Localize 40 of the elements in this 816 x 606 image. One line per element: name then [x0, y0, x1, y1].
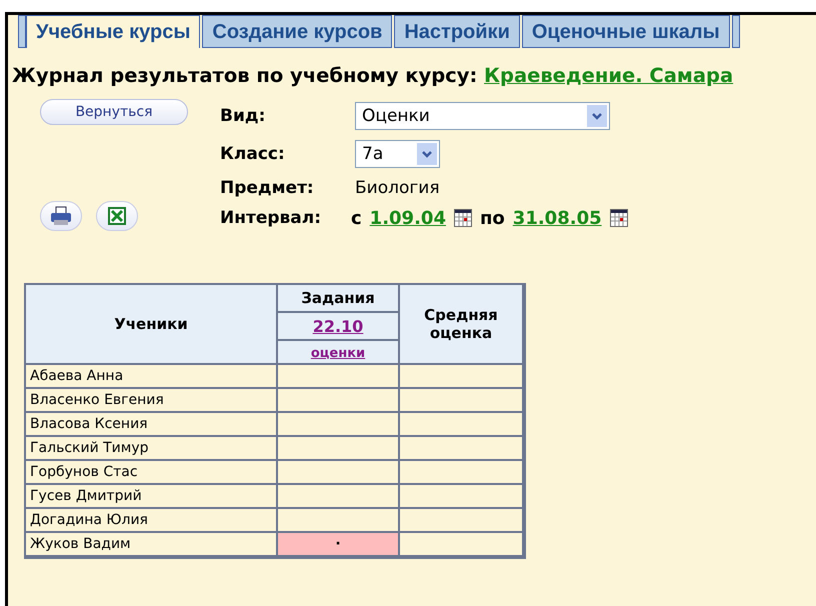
- column-header: Задания: [278, 285, 400, 313]
- spreadsheet-icon: [108, 207, 126, 225]
- from-word: с: [351, 208, 362, 228]
- grade-cell: ·: [278, 533, 400, 557]
- calendar-icon[interactable]: [454, 209, 472, 227]
- student-name: Догадина Юлия: [26, 509, 278, 533]
- tab[interactable]: Создание курсов: [202, 15, 392, 48]
- tab[interactable]: Оценочные шкалы: [522, 15, 730, 48]
- tab[interactable]: Учебные курсы: [26, 15, 200, 48]
- subject-value: Биология: [355, 178, 441, 198]
- back-button[interactable]: Вернуться: [40, 99, 188, 125]
- student-name: Власенко Евгения: [26, 389, 278, 413]
- student-name: Абаева Анна: [26, 365, 278, 389]
- student-name: Власова Ксения: [26, 413, 278, 437]
- to-word: по: [480, 208, 505, 228]
- tab[interactable]: Настройки: [394, 15, 520, 48]
- class-label: Класс:: [220, 144, 286, 164]
- calendar-icon[interactable]: [610, 209, 628, 227]
- student-name: Жуков Вадим: [26, 533, 278, 557]
- student-name: Гальский Тимур: [26, 437, 278, 461]
- excel-button[interactable]: [96, 201, 138, 231]
- view-label: Вид:: [220, 106, 266, 126]
- student-name: Гусев Дмитрий: [26, 485, 278, 509]
- print-button[interactable]: [40, 201, 82, 231]
- column-header: Ученики: [26, 285, 278, 365]
- view-select[interactable]: Оценки: [355, 102, 610, 130]
- journal-heading: Журнал результатов по учебному курсу: Краеведение. Самара: [11, 63, 734, 87]
- printer-icon: [50, 206, 72, 226]
- tab-edge: [18, 15, 26, 48]
- student-name: Горбунов Стас: [26, 461, 278, 485]
- column-header: Средняя оценка: [400, 285, 524, 365]
- chevron-icon: [591, 110, 603, 120]
- subject-label: Предмет:: [220, 178, 315, 198]
- from-date-link[interactable]: 1.09.04: [370, 208, 446, 228]
- interval-label: Интервал:: [220, 208, 322, 228]
- tab-edge: [732, 15, 740, 48]
- class-select[interactable]: 7а: [355, 140, 440, 168]
- to-date-link[interactable]: 31.08.05: [512, 208, 602, 228]
- course-link[interactable]: Краеведение. Самара: [484, 64, 734, 87]
- chevron-icon: [421, 148, 433, 158]
